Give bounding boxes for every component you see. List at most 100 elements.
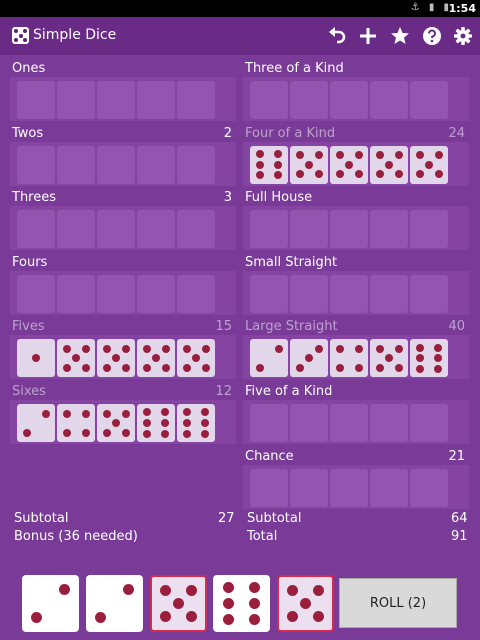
category-fours[interactable]: Fours xyxy=(10,253,236,315)
die-pip xyxy=(385,160,393,169)
action-bar: Simple Dice xyxy=(0,17,480,55)
die-pip xyxy=(295,151,304,160)
category-full-house[interactable]: Full House xyxy=(243,188,469,251)
category-label: Ones xyxy=(12,61,46,76)
die-pip xyxy=(425,160,433,169)
scored-die xyxy=(250,339,288,378)
die-pip xyxy=(121,428,130,437)
die-pip xyxy=(22,428,31,437)
die-pip xyxy=(200,429,209,438)
settings-button[interactable] xyxy=(452,25,474,47)
roll-die[interactable] xyxy=(22,575,79,632)
category-three-of-a-kind[interactable]: Three of a Kind xyxy=(243,59,469,121)
die-pip xyxy=(159,584,171,596)
category-label: Five of a Kind xyxy=(245,384,333,399)
die-pip xyxy=(295,170,304,179)
die-pip xyxy=(415,151,424,160)
empty-die-slot xyxy=(17,274,55,313)
empty-die-slot xyxy=(250,81,288,119)
empty-die-slot xyxy=(177,81,215,119)
category-twos[interactable]: Twos 2 xyxy=(10,124,236,186)
empty-die-slot xyxy=(137,274,175,313)
category-sixes[interactable]: Sixes 12 xyxy=(10,382,236,444)
held-die[interactable] xyxy=(277,575,334,632)
category-five-of-a-kind[interactable]: Five of a Kind xyxy=(243,382,469,444)
category-chance[interactable]: Chance 21 xyxy=(243,447,469,509)
empty-die-slot xyxy=(57,274,95,313)
app-title: Simple Dice xyxy=(33,27,117,43)
die-pip xyxy=(273,171,282,180)
die-pip xyxy=(375,151,384,160)
category-label: Full House xyxy=(245,190,313,206)
die-pip xyxy=(161,344,170,353)
empty-die-slot xyxy=(97,274,135,313)
category-four-of-a-kind[interactable]: Four of a Kind 24 xyxy=(243,124,469,186)
roll-die[interactable] xyxy=(213,575,270,632)
scored-die xyxy=(250,145,288,184)
empty-die-slot xyxy=(17,210,55,249)
die-pip xyxy=(200,408,209,417)
left-subtotal-label: Subtotal xyxy=(14,511,69,526)
die-pip xyxy=(201,344,210,353)
die-pip xyxy=(314,151,323,160)
category-large-straight[interactable]: Large Straight 40 xyxy=(243,317,469,380)
roll-die[interactable] xyxy=(86,575,143,632)
category-threes[interactable]: Threes 3 xyxy=(10,188,236,251)
scored-die xyxy=(17,404,55,442)
scored-die xyxy=(410,339,448,378)
die-pip xyxy=(313,584,325,596)
die-pip xyxy=(62,363,71,372)
empty-die-slot xyxy=(177,274,215,313)
category-small-straight[interactable]: Small Straight xyxy=(243,253,469,315)
die-pip xyxy=(143,408,152,417)
die-pip xyxy=(81,363,90,372)
right-subtotal-value: 64 xyxy=(451,511,468,526)
die-pip xyxy=(200,419,209,427)
category-ones[interactable]: Ones xyxy=(10,59,236,121)
highscores-button[interactable] xyxy=(389,25,411,47)
die-pip xyxy=(394,363,403,372)
die-pip xyxy=(256,171,265,180)
die-pip xyxy=(159,611,171,623)
scored-die xyxy=(370,145,408,184)
die-pip xyxy=(201,363,210,372)
die-pip xyxy=(81,428,90,437)
category-score: 40 xyxy=(448,319,465,335)
category-score: 21 xyxy=(448,448,465,464)
help-button[interactable] xyxy=(421,25,443,47)
die-pip xyxy=(313,611,325,623)
die-pip xyxy=(72,354,80,363)
die-pip xyxy=(375,363,384,372)
empty-die-slot xyxy=(57,81,95,119)
die-pip xyxy=(433,354,442,363)
die-pip xyxy=(112,419,120,427)
category-score: 24 xyxy=(448,125,465,141)
empty-die-slot xyxy=(330,210,368,249)
category-fives[interactable]: Fives 15 xyxy=(10,317,236,380)
die-pip xyxy=(182,363,191,372)
die-pip xyxy=(143,429,152,438)
die-pip xyxy=(354,363,363,372)
die-pip xyxy=(183,419,192,427)
empty-die-slot xyxy=(330,404,368,442)
die-pip xyxy=(416,343,425,352)
scored-die xyxy=(97,339,135,378)
status-icons: ⚓ ▮ ▮ xyxy=(410,2,452,13)
die-pip xyxy=(30,612,42,624)
scored-die xyxy=(290,339,328,378)
die-pip xyxy=(335,151,344,160)
undo-button[interactable] xyxy=(326,25,348,47)
die-pip xyxy=(249,598,261,609)
roll-button[interactable]: ROLL (2) xyxy=(339,578,457,628)
die-pip xyxy=(434,170,443,179)
empty-die-slot xyxy=(290,210,328,249)
empty-die-slot xyxy=(410,81,448,119)
category-label: Fives xyxy=(12,319,45,335)
die-pip xyxy=(59,583,71,595)
die-pip xyxy=(183,408,192,417)
held-die[interactable] xyxy=(150,575,207,632)
die-pip xyxy=(102,428,111,437)
new-game-button[interactable] xyxy=(357,25,379,47)
category-label: Fours xyxy=(12,254,48,270)
die-pip xyxy=(433,365,442,374)
